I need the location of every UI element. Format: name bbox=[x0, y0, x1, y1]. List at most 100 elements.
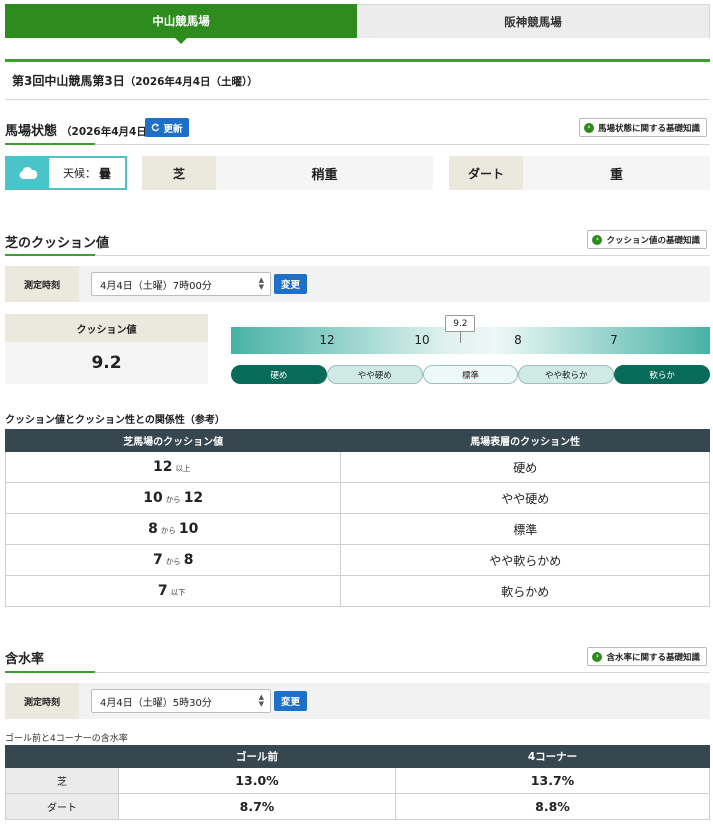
active-tab-indicator bbox=[174, 37, 188, 44]
knowledge-label: 馬場状態に関する基礎知識 bbox=[597, 123, 700, 134]
race-title: 第3回中山競馬第3日（2026年4月4日（土曜）） bbox=[12, 72, 258, 89]
weather-label: 天候： bbox=[62, 167, 96, 180]
table-row: 7 以下 軟らかめ bbox=[4, 575, 710, 607]
weather-value: 天候：曇 bbox=[49, 158, 125, 188]
corner-value: 8.8% bbox=[394, 793, 711, 820]
moisture-knowledge-button[interactable]: › 含水率に関する基礎知識 bbox=[587, 647, 707, 666]
tab-hanshin[interactable]: 阪神競馬場 bbox=[357, 4, 710, 38]
select-value: 4月4日（土曜）7時00分 bbox=[100, 280, 212, 292]
track-condition-heading: 馬場状態 （2026年4月4日） bbox=[5, 120, 157, 139]
desc-cell: やや軟らかめ bbox=[340, 544, 710, 576]
weather-text: 曇 bbox=[98, 166, 111, 181]
refresh-button[interactable]: 更新 bbox=[145, 118, 189, 137]
table-row: 8 から 10 標準 bbox=[4, 513, 710, 545]
column-header: 馬場表層のクッション性 bbox=[340, 429, 710, 452]
section-underline bbox=[5, 254, 95, 256]
refresh-icon bbox=[152, 123, 160, 132]
moisture-table-title: ゴール前と4コーナーの含水率 bbox=[5, 734, 128, 744]
chevron-circle-icon: › bbox=[583, 122, 594, 133]
goal-value: 13.0% bbox=[118, 767, 396, 794]
level-standard: 標準 bbox=[422, 365, 519, 384]
desc-cell: 標準 bbox=[340, 513, 710, 545]
section-title: 馬場状態 bbox=[5, 124, 58, 139]
range-cell: 10 から 12 bbox=[4, 482, 342, 514]
cushion-time-select[interactable]: 4月4日（土曜）7時00分 ▲ ▼ bbox=[91, 272, 271, 296]
race-name: 第3回中山競馬第3日 bbox=[12, 74, 125, 88]
level-soft: 軟らか bbox=[614, 365, 710, 384]
dirt-condition: ダート 重 bbox=[449, 156, 710, 190]
chevron-circle-icon: › bbox=[592, 234, 603, 245]
race-date: （2026年4月4日（土曜）） bbox=[124, 76, 258, 88]
moisture-heading: 含水率 bbox=[5, 652, 45, 667]
reference-title: クッション値とクッション性との関係性（参考） bbox=[5, 415, 225, 426]
racecourse-tabs: 中山競馬場 阪神競馬場 bbox=[5, 4, 710, 44]
select-value: 4月4日（土曜）5時30分 bbox=[100, 697, 212, 709]
divider bbox=[5, 144, 710, 145]
scale-tick: 10 bbox=[414, 333, 430, 347]
dirt-value: 重 bbox=[523, 156, 710, 190]
desc-cell: やや硬め bbox=[340, 482, 710, 514]
turf-label: 芝 bbox=[142, 156, 216, 190]
section-underline bbox=[5, 671, 95, 673]
cushion-reference-table: 芝馬場のクッション値 馬場表層のクッション性 12 以上 硬め 10 から 12 やや… bbox=[4, 429, 710, 607]
divider bbox=[5, 99, 710, 100]
column-header: ゴール前 bbox=[118, 745, 396, 768]
table-row: 12 以上 硬め bbox=[4, 451, 710, 483]
divider bbox=[5, 672, 710, 673]
section-date: （2026年4月4日） bbox=[61, 126, 158, 138]
table-row: 7 から 8 やや軟らかめ bbox=[4, 544, 710, 576]
scale-tick: 8 bbox=[514, 333, 522, 347]
section-underline bbox=[5, 143, 95, 145]
column-header: 芝馬場のクッション値 bbox=[4, 429, 342, 452]
cushion-heading: 芝のクッション値 bbox=[5, 236, 110, 251]
measure-time-label: 測定時刻 bbox=[5, 266, 79, 302]
moisture-change-button[interactable]: 変更 bbox=[274, 691, 307, 711]
table-row: 10 から 12 やや硬め bbox=[4, 482, 710, 514]
tab-label: 中山競馬場 bbox=[152, 14, 210, 28]
moisture-measure-row: 測定時刻 4月4日（土曜）5時30分 ▲ ▼ 変更 bbox=[5, 683, 710, 719]
goal-value: 8.7% bbox=[118, 793, 396, 820]
updown-icon: ▲ ▼ bbox=[258, 276, 264, 291]
range-cell: 8 から 10 bbox=[4, 513, 342, 545]
divider bbox=[5, 255, 710, 256]
range-cell: 12 以上 bbox=[4, 451, 342, 483]
knowledge-label: クッション値の基礎知識 bbox=[606, 235, 700, 246]
row-label: ダート bbox=[5, 793, 119, 820]
chevron-circle-icon: › bbox=[592, 651, 603, 662]
cushion-knowledge-button[interactable]: › クッション値の基礎知識 bbox=[587, 230, 707, 249]
turf-value: 稍重 bbox=[216, 156, 433, 190]
desc-cell: 軟らかめ bbox=[340, 575, 710, 607]
moisture-time-select[interactable]: 4月4日（土曜）5時30分 ▲ ▼ bbox=[91, 689, 271, 713]
row-label: 芝 bbox=[5, 767, 119, 794]
tabs-divider bbox=[5, 59, 710, 62]
refresh-label: 更新 bbox=[163, 123, 183, 135]
tab-label: 阪神競馬場 bbox=[504, 14, 562, 29]
turf-condition: 芝 稍重 bbox=[142, 156, 433, 190]
scale-tick: 12 bbox=[319, 333, 335, 347]
moisture-table: ゴール前 4コーナー 芝 13.0% 13.7% ダート 8.7% 8.8% bbox=[5, 745, 711, 820]
cushion-change-button[interactable]: 変更 bbox=[274, 274, 307, 294]
cushion-value-label: クッション値 bbox=[5, 314, 208, 342]
corner-header bbox=[5, 745, 119, 768]
updown-icon: ▲ ▼ bbox=[258, 693, 264, 708]
cushion-measure-row: 測定時刻 4月4日（土曜）7時00分 ▲ ▼ 変更 bbox=[5, 266, 710, 302]
knowledge-label: 含水率に関する基礎知識 bbox=[606, 652, 700, 663]
weather-box: 天候：曇 bbox=[5, 156, 127, 190]
dirt-label: ダート bbox=[449, 156, 523, 190]
table-row: 芝 13.0% 13.7% bbox=[5, 767, 711, 794]
level-slightly-soft: やや軟らか bbox=[518, 365, 615, 384]
desc-cell: 硬め bbox=[340, 451, 710, 483]
table-row: ダート 8.7% 8.8% bbox=[5, 793, 711, 820]
column-header: 4コーナー bbox=[394, 745, 711, 768]
level-hard: 硬め bbox=[231, 365, 327, 384]
range-cell: 7 以下 bbox=[4, 575, 342, 607]
measure-time-label: 測定時刻 bbox=[5, 683, 79, 719]
track-condition-knowledge-button[interactable]: › 馬場状態に関する基礎知識 bbox=[578, 118, 707, 137]
range-cell: 7 から 8 bbox=[4, 544, 342, 576]
cushion-value-box: クッション値 9.2 bbox=[5, 314, 208, 384]
cushion-value: 9.2 bbox=[5, 342, 208, 384]
corner-value: 13.7% bbox=[394, 767, 711, 794]
level-slightly-hard: やや硬め bbox=[326, 365, 423, 384]
cushion-pointer: 9.2 bbox=[445, 315, 476, 343]
tab-nakayama[interactable]: 中山競馬場 bbox=[5, 4, 357, 44]
